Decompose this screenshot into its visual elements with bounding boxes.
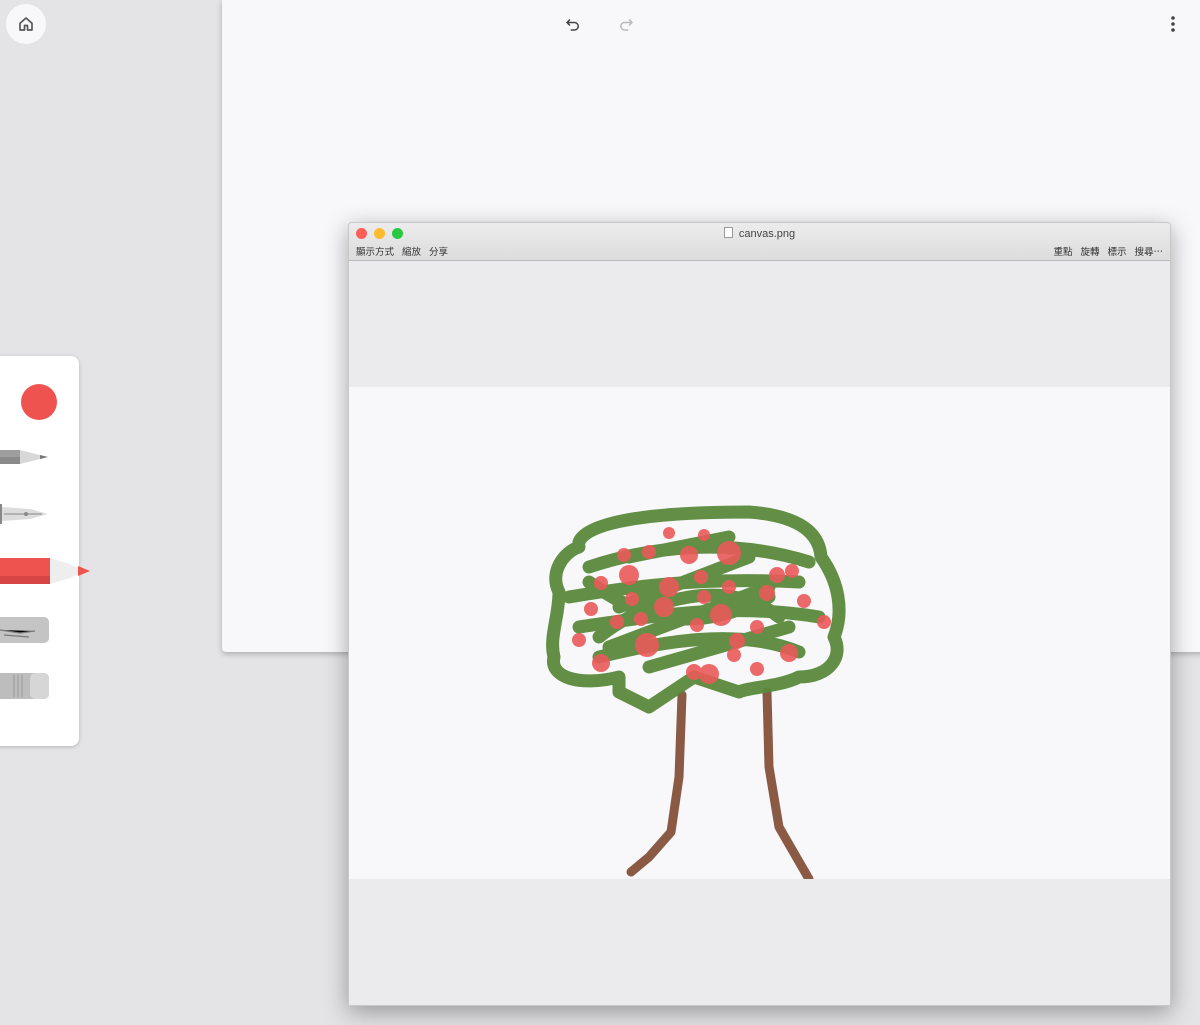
more-menu-button[interactable]	[1161, 12, 1185, 36]
file-icon	[723, 227, 733, 238]
redo-icon	[620, 18, 634, 31]
tree-drawing	[546, 505, 846, 884]
menu-zoom[interactable]: 縮放	[402, 244, 421, 258]
menu-rotate[interactable]: 旋轉	[1080, 244, 1099, 258]
image-view	[349, 387, 1170, 884]
window-title-text: canvas.png	[738, 228, 796, 240]
menu-search[interactable]: 搜尋⋯	[1134, 244, 1163, 258]
home-button[interactable]	[6, 4, 46, 44]
redo-button[interactable]	[614, 12, 638, 36]
window-titlebar[interactable]: canvas.png 顯示方式 縮放 分享 重點 旋轉 標示 搜尋⋯	[349, 223, 1170, 261]
undo-icon	[565, 18, 579, 31]
chalk-tool[interactable]	[0, 616, 55, 644]
fountain-pen-tool[interactable]	[0, 501, 55, 527]
color-swatch-button[interactable]	[21, 384, 57, 420]
pencil-tool[interactable]	[0, 444, 55, 470]
window-title: canvas.png	[349, 227, 1170, 240]
menu-view[interactable]: 顯示方式	[356, 244, 394, 258]
trunk-left	[626, 690, 687, 877]
undo-button[interactable]	[561, 12, 585, 36]
preview-window: canvas.png 顯示方式 縮放 分享 重點 旋轉 標示 搜尋⋯	[348, 222, 1171, 1006]
tool-palette	[0, 356, 90, 746]
trunk-right	[762, 687, 814, 884]
menu-highlight[interactable]: 重點	[1053, 244, 1072, 258]
home-icon	[19, 17, 33, 31]
marker-tool[interactable]	[0, 554, 92, 590]
eraser-tool[interactable]	[0, 672, 55, 700]
menu-markup[interactable]: 標示	[1107, 244, 1126, 258]
more-vert-icon	[1171, 16, 1175, 32]
menu-share[interactable]: 分享	[429, 244, 448, 258]
